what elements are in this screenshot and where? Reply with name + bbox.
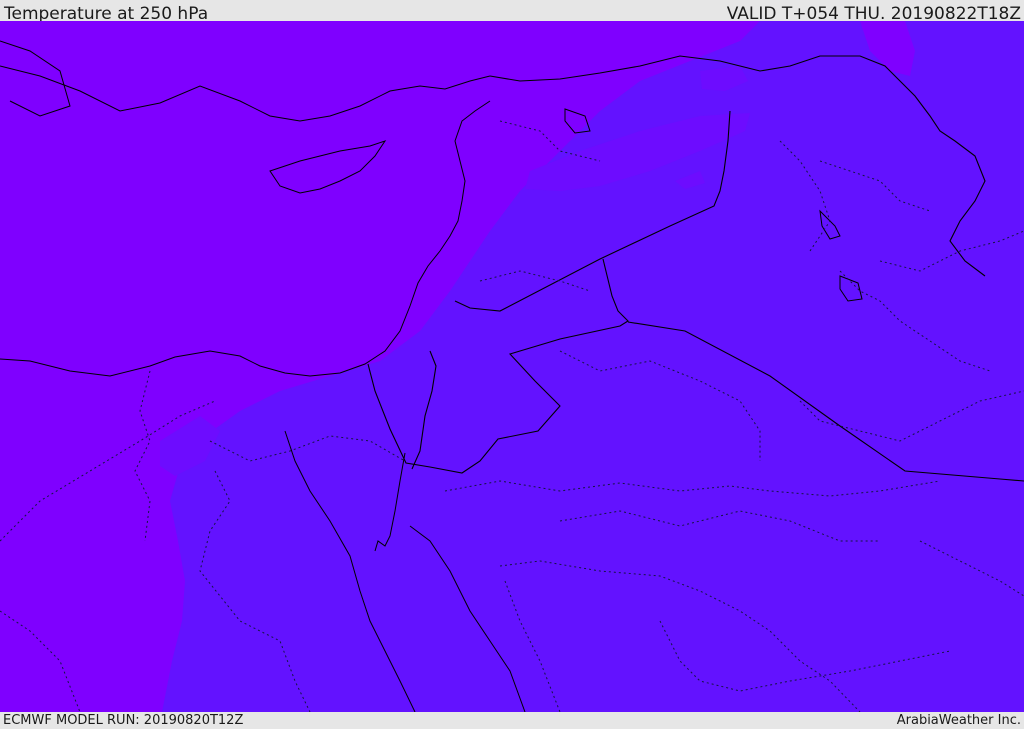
- footer-bar: ECMWF MODEL RUN: 20190820T12Z ArabiaWeat…: [0, 712, 1024, 729]
- credit-label: ArabiaWeather Inc.: [896, 713, 1021, 728]
- weather-map[interactable]: [0, 21, 1024, 712]
- model-run-label: ECMWF MODEL RUN: 20190820T12Z: [3, 713, 244, 728]
- map-canvas: [0, 21, 1024, 712]
- header-bar: Temperature at 250 hPa VALID T+054 THU. …: [0, 0, 1024, 24]
